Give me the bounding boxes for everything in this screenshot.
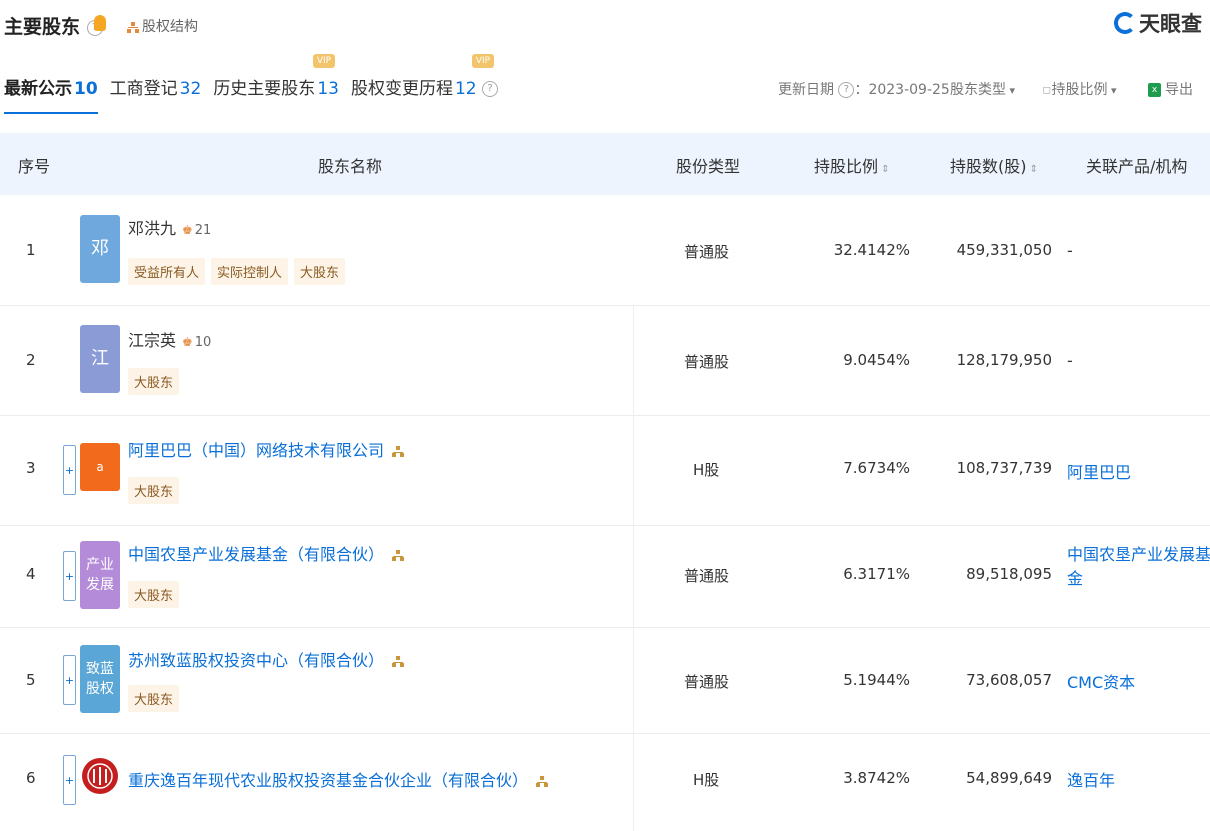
related-product: - (1067, 351, 1073, 370)
shareholder-name[interactable]: 江宗英10 (128, 327, 211, 351)
share-type: 普通股 (684, 567, 730, 585)
export-button[interactable]: x 导出 (1148, 79, 1193, 99)
tianyancha-logo: 天眼查 (1114, 8, 1202, 38)
related-product-link[interactable]: 逸百年 (1067, 767, 1115, 791)
shareholder-name[interactable]: 苏州致蓝股权投资中心（有限合伙） (128, 647, 405, 671)
col-index: 序号 (18, 157, 51, 176)
vip-icon: VIP (312, 54, 335, 68)
structure-icon (127, 21, 139, 33)
tag: 受益所有人 (128, 258, 206, 285)
related-count: 10 (182, 335, 211, 350)
share-count: 128,179,950 (956, 351, 1052, 369)
holding-ratio-dropdown[interactable]: ▫持股比例 (1042, 79, 1117, 99)
equity-tree-icon[interactable] (392, 446, 405, 457)
avatar: 产业 发展 (80, 541, 120, 609)
table-row: 2 江 江宗英10 大股东 普通股 9.0454% 128,179,950 - (0, 305, 1210, 416)
tag: 实际控制人 (211, 258, 289, 285)
update-date: 更新日期 ? ：2023-09-25 (778, 82, 950, 98)
tag: 大股东 (128, 685, 180, 712)
help-icon[interactable]: ? (482, 81, 498, 97)
page-title: 主要股东 ? (4, 12, 103, 39)
row-index: 6 (26, 769, 36, 787)
tag-list: 大股东 (128, 581, 180, 608)
holding-ratio: 9.0454% (843, 351, 910, 369)
tab-bar: 最新公示 10 工商登记 32 历史主要股东 13 VIP 股权变更历程 12 ? VIP (4, 54, 510, 114)
help-icon[interactable]: ? (838, 82, 855, 98)
shareholder-name[interactable]: 邓洪九21 (128, 215, 211, 239)
related-count: 21 (182, 223, 211, 238)
share-type: 普通股 (684, 243, 730, 261)
related-product-link[interactable]: 阿里巴巴 (1067, 459, 1131, 483)
expand-icon[interactable]: + (63, 445, 76, 495)
share-count: 89,518,095 (966, 565, 1052, 583)
share-type: 普通股 (684, 673, 730, 691)
avatar: 致蓝 股权 (80, 645, 120, 713)
tag-list: 受益所有人 实际控制人 大股东 (128, 258, 346, 285)
shareholder-type-dropdown[interactable]: 股东类型 (950, 79, 1015, 99)
alibaba-logo: a (80, 443, 120, 491)
tag: 大股东 (294, 258, 346, 285)
col-name: 股东名称 (318, 157, 383, 176)
equity-structure-link[interactable]: 股权结构 (127, 16, 198, 36)
lock-icon: ▫ (1042, 82, 1052, 98)
table-header: 序号 股东名称 股份类型 持股比例 ⇕ 持股数(股) ⇕ 关联产品/机构 (0, 133, 1210, 195)
bell-icon[interactable] (94, 15, 106, 31)
tag-list: 大股东 (128, 368, 180, 395)
share-count: 459,331,050 (956, 241, 1052, 259)
table-row: 3 + a 阿里巴巴（中国）网络技术有限公司 大股东 H股 7.6734% 10… (0, 415, 1210, 526)
holding-ratio: 5.1944% (843, 671, 910, 689)
logo-icon (1114, 12, 1136, 34)
related-product-link[interactable]: 中国农垦产业发展基金 (1067, 543, 1210, 591)
related-product-link[interactable]: CMC资本 (1067, 669, 1135, 693)
table-row: 1 邓 邓洪九21 受益所有人 实际控制人 大股东 普通股 32.4142% 4… (0, 195, 1210, 306)
shareholder-name[interactable]: 阿里巴巴（中国）网络技术有限公司 (128, 437, 405, 461)
share-count: 108,737,739 (956, 459, 1052, 477)
row-index: 5 (26, 671, 36, 689)
excel-icon: x (1148, 83, 1161, 97)
row-index: 3 (26, 459, 36, 477)
tab-latest[interactable]: 最新公示 10 (4, 74, 98, 114)
related-product: - (1067, 241, 1073, 260)
holding-ratio: 32.4142% (833, 241, 910, 259)
expand-icon[interactable]: + (63, 755, 76, 805)
share-type: H股 (693, 771, 720, 789)
col-shares[interactable]: 持股数(股) ⇕ (950, 153, 1038, 177)
holding-ratio: 3.8742% (843, 769, 910, 787)
tab-registration[interactable]: 工商登记 32 (110, 74, 202, 99)
row-index: 1 (26, 241, 36, 259)
shareholder-name[interactable]: 重庆逸百年现代农业股权投资基金合伙企业（有限合伙） (128, 767, 549, 791)
equity-tree-icon[interactable] (536, 776, 549, 787)
holding-ratio: 7.6734% (843, 459, 910, 477)
expand-icon[interactable]: + (63, 655, 76, 705)
col-type: 股份类型 (676, 157, 741, 176)
tab-equity-changes[interactable]: 股权变更历程 12 ? VIP (351, 54, 498, 99)
holding-ratio: 6.3171% (843, 565, 910, 583)
equity-tree-icon[interactable] (392, 656, 405, 667)
expand-icon[interactable]: + (63, 551, 76, 601)
tag: 大股东 (128, 477, 180, 504)
shareholder-name[interactable]: 中国农垦产业发展基金（有限合伙） (128, 541, 405, 565)
share-type: H股 (693, 461, 720, 479)
tag-list: 大股东 (128, 477, 180, 504)
row-index: 2 (26, 351, 36, 369)
row-index: 4 (26, 565, 36, 583)
tag-list: 大股东 (128, 685, 180, 712)
vip-icon: VIP (472, 54, 494, 68)
avatar: 江 (80, 325, 120, 393)
col-related: 关联产品/机构 (1086, 157, 1188, 176)
share-type: 普通股 (684, 353, 730, 371)
tab-history-shareholders[interactable]: 历史主要股东 13 VIP (213, 54, 339, 99)
tag: 大股东 (128, 368, 180, 395)
table-row: 4 + 产业 发展 中国农垦产业发展基金（有限合伙） 大股东 普通股 6.3171… (0, 525, 1210, 628)
table-row: 6 + 重庆逸百年现代农业股权投资基金合伙企业（有限合伙） H股 3.8742%… (0, 733, 1210, 831)
avatar: 邓 (80, 215, 120, 283)
col-ratio[interactable]: 持股比例 ⇕ (814, 153, 890, 177)
share-count: 54,899,649 (966, 769, 1052, 787)
tag: 大股东 (128, 581, 180, 608)
table-row: 5 + 致蓝 股权 苏州致蓝股权投资中心（有限合伙） 大股东 普通股 5.1944… (0, 627, 1210, 734)
equity-tree-icon[interactable] (392, 550, 405, 561)
share-count: 73,608,057 (966, 671, 1052, 689)
company-seal-logo (80, 745, 120, 807)
